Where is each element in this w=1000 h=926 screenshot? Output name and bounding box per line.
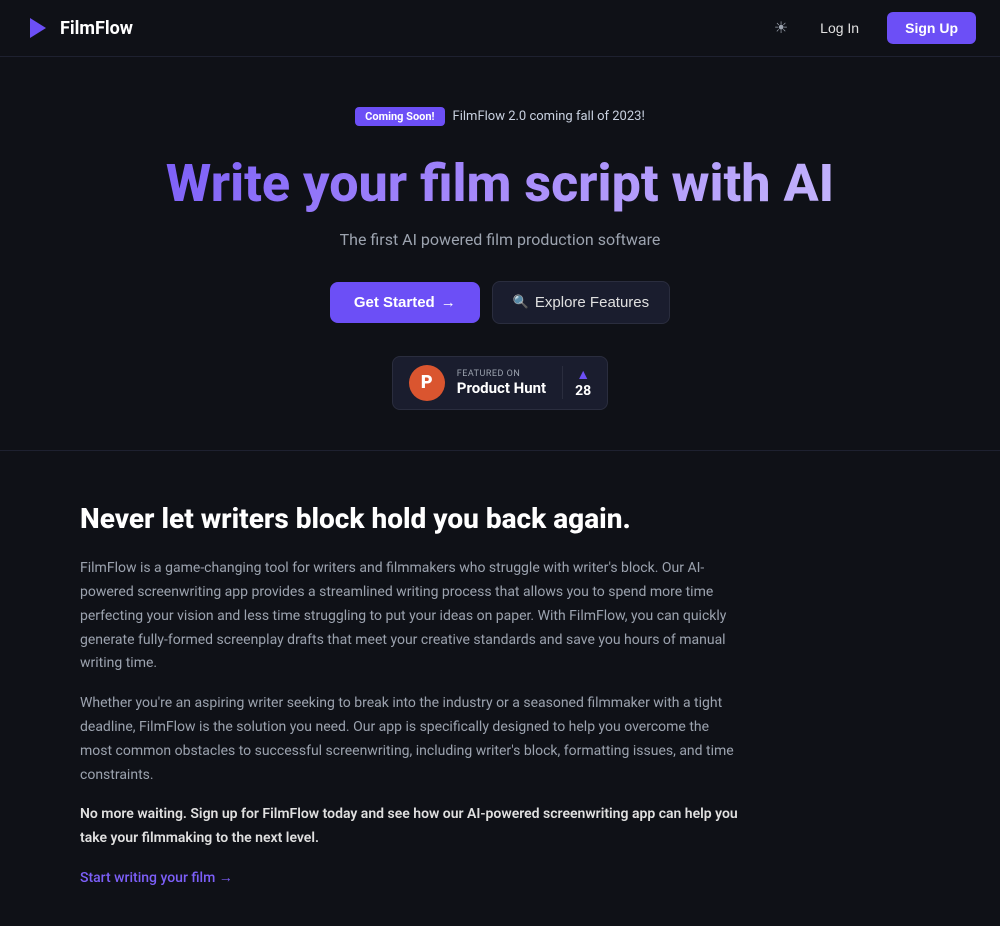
product-hunt-logo: P: [409, 365, 445, 401]
content-section: Never let writers block hold you back ag…: [0, 461, 820, 926]
arrow-right-icon: →: [441, 294, 456, 311]
content-para-3: No more waiting. Sign up for FilmFlow to…: [80, 803, 740, 851]
content-para-1: FilmFlow is a game-changing tool for wri…: [80, 557, 740, 676]
brand-logo: FilmFlow: [24, 14, 133, 42]
explore-features-button[interactable]: 🔍 Explore Features: [492, 281, 670, 324]
hero-section: Coming Soon! FilmFlow 2.0 coming fall of…: [0, 57, 1000, 440]
hero-subtitle: The first AI powered film production sof…: [340, 230, 661, 249]
content-heading: Never let writers block hold you back ag…: [80, 501, 740, 537]
login-button[interactable]: Log In: [808, 14, 871, 42]
sun-icon: ☀: [774, 20, 788, 37]
theme-toggle-button[interactable]: ☀: [770, 14, 792, 42]
upvote-arrow-icon: ▲: [576, 366, 590, 383]
get-started-button[interactable]: Get Started →: [330, 282, 480, 323]
brand-name: FilmFlow: [60, 18, 133, 39]
hero-title: Write your film script with AI: [166, 154, 834, 214]
announcement-banner: Coming Soon! FilmFlow 2.0 coming fall of…: [355, 107, 645, 126]
hero-buttons: Get Started → 🔍 Explore Features: [330, 281, 670, 324]
product-hunt-name: Product Hunt: [457, 379, 546, 397]
brand-icon: [24, 14, 52, 42]
vote-count: 28: [575, 383, 591, 399]
banner-text: FilmFlow 2.0 coming fall of 2023!: [453, 109, 645, 124]
search-icon: 🔍: [513, 294, 529, 310]
featured-on-label: FEATURED ON: [457, 369, 521, 379]
navbar-actions: ☀ Log In Sign Up: [770, 12, 976, 44]
section-divider: [0, 450, 1000, 451]
start-writing-link[interactable]: Start writing your film →: [80, 869, 233, 886]
coming-soon-badge: Coming Soon!: [355, 107, 444, 126]
signup-button[interactable]: Sign Up: [887, 12, 976, 44]
navbar: FilmFlow ☀ Log In Sign Up: [0, 0, 1000, 57]
product-hunt-text: FEATURED ON Product Hunt: [457, 369, 546, 397]
product-hunt-votes: ▲ 28: [562, 366, 591, 399]
product-hunt-badge[interactable]: P FEATURED ON Product Hunt ▲ 28: [392, 356, 608, 410]
content-para-2: Whether you're an aspiring writer seekin…: [80, 692, 740, 787]
